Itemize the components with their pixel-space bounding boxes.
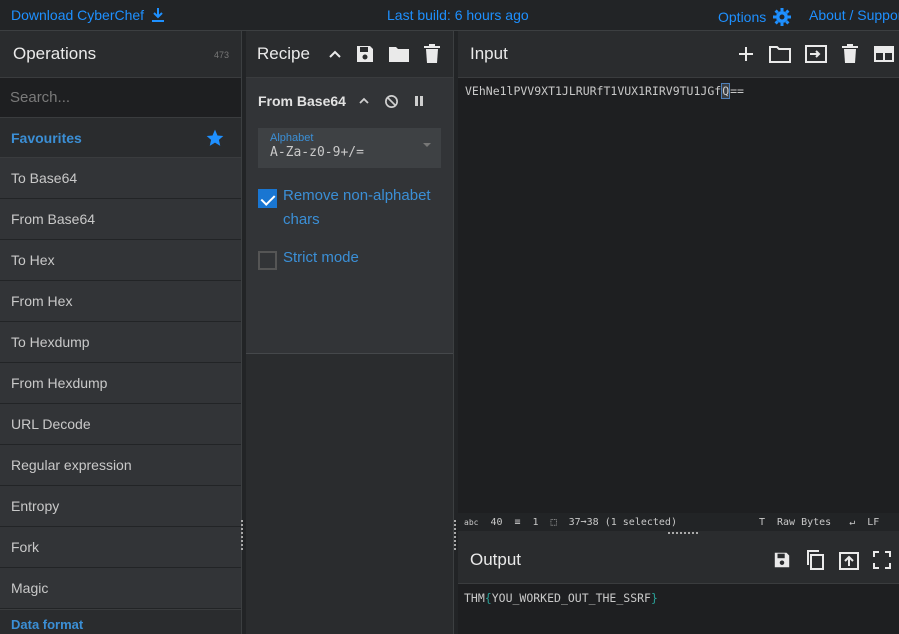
- trash-icon[interactable]: [423, 44, 441, 64]
- output-prefix: THM: [464, 591, 485, 605]
- favourites-label: Favourites: [11, 129, 82, 146]
- download-link[interactable]: Download CyberChef: [11, 7, 166, 23]
- replace-input-icon[interactable]: [839, 550, 859, 570]
- copy-icon[interactable]: [805, 550, 825, 570]
- chevron-down-icon: [423, 143, 431, 147]
- operation-item[interactable]: URL Decode: [0, 404, 241, 445]
- io-resize-handle[interactable]: [668, 532, 698, 534]
- disable-icon[interactable]: [384, 94, 399, 109]
- remove-nonalphabet-option[interactable]: Remove non-alphabet chars: [258, 184, 441, 232]
- operation-item[interactable]: Entropy: [0, 486, 241, 527]
- operations-header: Operations 473: [0, 31, 241, 78]
- input-panel: Input VEhNe1lPVV9XT1JLRURfT1VUX1RIRV9TU1…: [458, 31, 899, 534]
- options-label: Options: [718, 9, 767, 25]
- top-bar: Download CyberChef Last build: 6 hours a…: [0, 0, 899, 31]
- alphabet-value: A-Za-z0-9+/=: [270, 145, 364, 160]
- recipe-title: Recipe: [257, 44, 310, 63]
- operation-item[interactable]: Regular expression: [0, 445, 241, 486]
- output-title: Output: [470, 550, 522, 569]
- strict-mode-option[interactable]: Strict mode: [258, 246, 441, 270]
- text-encoding-icon[interactable]: T: [759, 517, 765, 528]
- options-link[interactable]: Options: [718, 7, 792, 27]
- line-ending-label[interactable]: LF: [867, 517, 879, 528]
- folder-icon[interactable]: [388, 45, 410, 63]
- length-icon: abc: [464, 517, 479, 527]
- save-output-icon[interactable]: [773, 551, 791, 569]
- operations-resize-handle[interactable]: [241, 520, 243, 550]
- operation-item[interactable]: From Base64: [0, 199, 241, 240]
- alphabet-label: Alphabet: [270, 132, 314, 144]
- input-text: VEhNe1lPVV9XT1JLRURfT1VUX1RIRV9TU1JGf: [465, 84, 722, 98]
- output-inner: YOU_WORKED_OUT_THE_SSRF: [491, 591, 651, 605]
- alphabet-select[interactable]: Alphabet A-Za-z0-9+/=: [258, 128, 441, 168]
- remove-nonalphabet-label: Remove non-alphabet chars: [283, 187, 431, 228]
- about-support-link[interactable]: About / Support: [809, 7, 899, 23]
- input-header: Input: [458, 31, 899, 78]
- download-icon: [150, 7, 166, 23]
- operation-item[interactable]: From Hexdump: [0, 363, 241, 404]
- operation-item[interactable]: To Base64: [0, 158, 241, 199]
- output-header: Output: [458, 537, 899, 584]
- operation-item[interactable]: Magic: [0, 568, 241, 609]
- search-input[interactable]: Search...: [0, 78, 241, 118]
- operations-count: 473: [213, 50, 229, 60]
- output-textarea[interactable]: THM{YOU_WORKED_OUT_THE_SSRF}: [458, 584, 899, 634]
- favourites-category[interactable]: Favourites: [0, 118, 241, 158]
- recipe-resize-handle[interactable]: [454, 520, 456, 550]
- strict-mode-checkbox[interactable]: [258, 251, 277, 270]
- recipe-operation-card: From Base64 Alphabet A-Za-z0-9+/= Remove…: [246, 78, 453, 354]
- strict-mode-label: Strict mode: [283, 249, 359, 266]
- lines-icon: ≡: [514, 516, 521, 528]
- recipe-header: Recipe: [246, 31, 453, 78]
- operations-panel: Operations 473 Search... Favourites To B…: [0, 31, 242, 634]
- save-icon[interactable]: [355, 44, 375, 64]
- chevron-up-icon[interactable]: [328, 47, 342, 61]
- input-selection-info: 37➞38 (1 selected): [568, 516, 677, 528]
- pause-icon[interactable]: [413, 95, 425, 107]
- input-text-end: ==: [730, 84, 744, 98]
- operation-item[interactable]: To Hexdump: [0, 322, 241, 363]
- raw-bytes-label[interactable]: Raw Bytes: [777, 517, 831, 528]
- selection-icon: ⬚: [550, 516, 557, 528]
- output-close-brace: }: [650, 591, 658, 605]
- maximize-icon[interactable]: [873, 551, 891, 569]
- input-textarea[interactable]: VEhNe1lPVV9XT1JLRURfT1VUX1RIRV9TU1JGfQ==: [458, 78, 899, 513]
- operations-title: Operations: [13, 44, 97, 63]
- input-length: 40: [490, 516, 503, 528]
- layout-icon[interactable]: [873, 45, 895, 63]
- input-title: Input: [470, 44, 508, 63]
- recipe-operation-title: From Base64: [258, 78, 441, 124]
- clear-input-icon[interactable]: [841, 44, 859, 64]
- last-build-text: Last build: 6 hours ago: [387, 7, 529, 23]
- output-panel: Output THM{YOU_WORKED_OUT_THE_SSRF}: [458, 537, 899, 634]
- open-folder-icon[interactable]: [769, 45, 791, 63]
- line-ending-icon[interactable]: ↵: [849, 517, 855, 528]
- operation-name: From Base64: [258, 93, 346, 109]
- input-lines: 1: [532, 516, 539, 528]
- operation-item[interactable]: To Hex: [0, 240, 241, 281]
- star-icon[interactable]: [205, 128, 225, 148]
- remove-nonalphabet-checkbox[interactable]: [258, 189, 277, 208]
- output-open-brace: {: [484, 591, 492, 605]
- chevron-up-icon[interactable]: [358, 95, 370, 107]
- operation-item[interactable]: Fork: [0, 527, 241, 568]
- add-tab-icon[interactable]: [737, 45, 755, 63]
- operation-item[interactable]: From Hex: [0, 281, 241, 322]
- input-status-bar: abc 40 ≡ 1 ⬚ 37➞38 (1 selected) T Raw By…: [458, 513, 899, 531]
- download-label: Download CyberChef: [11, 7, 145, 23]
- data-format-category[interactable]: Data format: [0, 609, 241, 634]
- gear-icon: [772, 7, 792, 27]
- open-file-icon[interactable]: [805, 45, 827, 63]
- recipe-panel: Recipe From Base64 Alphabet A-Za-z0-9+/=…: [246, 31, 454, 634]
- input-selection: Q: [721, 83, 731, 99]
